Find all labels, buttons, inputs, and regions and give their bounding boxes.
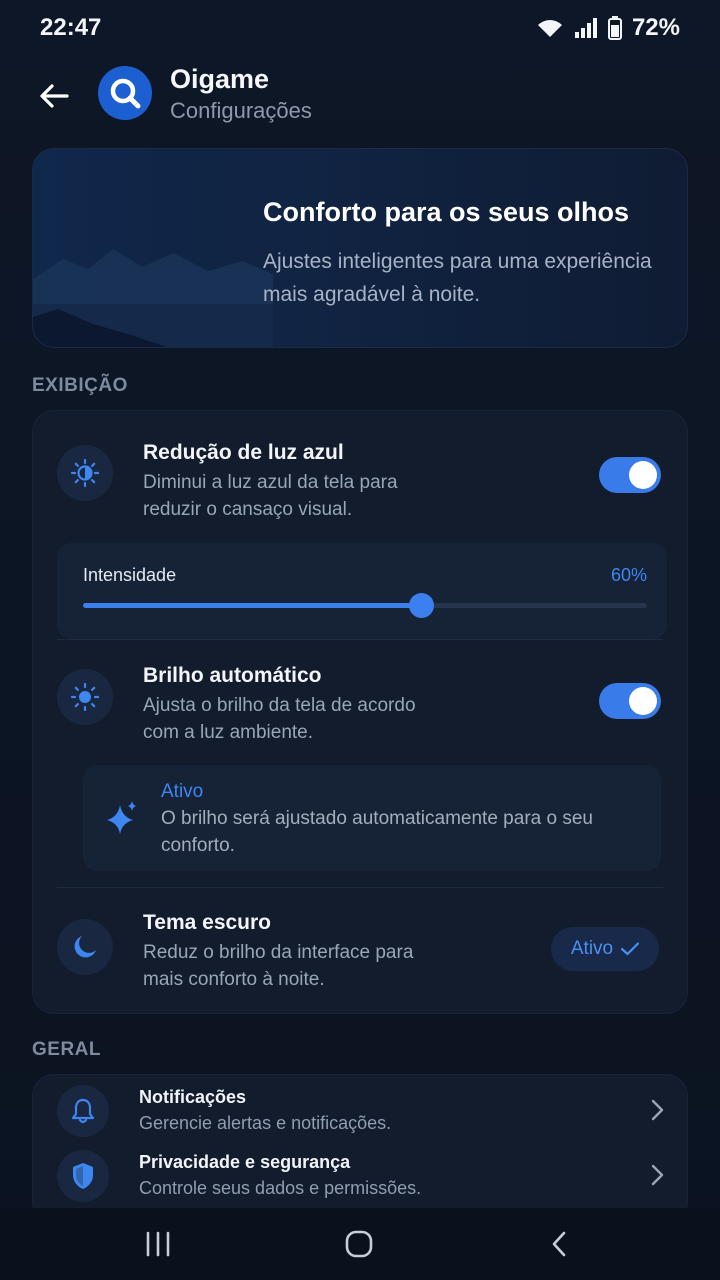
- dark-theme-description: Reduz o brilho da interface para mais co…: [143, 942, 414, 990]
- battery-percent: 72%: [631, 14, 680, 41]
- slider-fill: [83, 603, 422, 608]
- wifi-icon: [537, 20, 562, 37]
- app-title: Oigame: [170, 64, 270, 94]
- auto-brightness-description: Ajusta o brilho da tela de acordo com a …: [143, 695, 416, 743]
- badge-label: Ativo: [570, 938, 614, 959]
- hero-banner: Conforto para os seus olhos Ajustes inte…: [32, 148, 688, 348]
- home-button[interactable]: [334, 1226, 384, 1262]
- signal-icon: [574, 18, 597, 38]
- list-item-title: Notificações: [139, 1087, 247, 1107]
- section-label-display: EXIBIÇÃO: [32, 375, 128, 396]
- list-item-description: Controle seus dados e permissões.: [139, 1178, 422, 1198]
- list-item-privacy[interactable]: Privacidade e segurança Controle seus da…: [33, 1144, 689, 1208]
- display-settings-card: Redução de luz azul Diminui a luz azul d…: [32, 410, 688, 1014]
- hero-title: Conforto para os seus olhos: [263, 197, 630, 227]
- arrow-left-icon: [40, 84, 69, 108]
- toggle-knob: [629, 687, 657, 715]
- status-icons: 72%: [536, 14, 680, 42]
- hero-description: Ajustes inteligentes para uma experiênci…: [263, 250, 652, 306]
- chevron-right-icon: [651, 1099, 664, 1121]
- dark-theme-title: Tema escuro: [143, 911, 271, 934]
- info-title: Ativo: [161, 781, 204, 802]
- blue-light-title: Redução de luz azul: [143, 441, 344, 464]
- status-bar: 22:47 72%: [0, 0, 720, 56]
- night-landscape-illustration: [33, 149, 273, 347]
- system-navigation-bar: [0, 1208, 720, 1280]
- auto-brightness-title: Brilho automático: [143, 664, 322, 687]
- bell-icon: [57, 1085, 109, 1137]
- page-subtitle: Configurações: [170, 98, 312, 123]
- app-logo: [98, 66, 152, 120]
- list-item-description: Gerencie alertas e notificações.: [139, 1113, 392, 1133]
- divider: [57, 639, 663, 640]
- app-header: Oigame Configurações: [0, 60, 720, 132]
- divider: [57, 887, 663, 888]
- toggle-knob: [629, 461, 657, 489]
- info-description: O brilho será ajustado automaticamente p…: [161, 808, 593, 856]
- recent-apps-button[interactable]: [133, 1226, 183, 1262]
- blue-light-toggle[interactable]: [599, 457, 661, 493]
- sun-icon: [57, 669, 113, 725]
- system-back-button[interactable]: [534, 1226, 584, 1262]
- list-item-title: Privacidade e segurança: [139, 1152, 351, 1172]
- moon-icon: [57, 919, 113, 975]
- recent-apps-icon: [146, 1231, 170, 1257]
- intensity-slider[interactable]: [83, 593, 647, 618]
- slider-thumb[interactable]: [409, 593, 435, 618]
- check-icon: [621, 942, 640, 956]
- home-icon: [345, 1230, 373, 1258]
- battery-icon: [607, 16, 622, 40]
- chevron-left-icon: [552, 1231, 566, 1257]
- auto-brightness-toggle[interactable]: [599, 683, 661, 719]
- section-label-general: GERAL: [32, 1039, 101, 1060]
- intensity-slider-box: Intensidade 60%: [57, 543, 667, 639]
- brightness-half-icon: [57, 445, 113, 501]
- back-button[interactable]: [34, 76, 74, 116]
- dark-theme-status-badge[interactable]: Ativo: [551, 927, 659, 971]
- status-time: 22:47: [40, 14, 102, 41]
- blue-light-description: Diminui a luz azul da tela para reduzir …: [143, 472, 398, 520]
- sparkle-icon: [107, 801, 136, 834]
- search-logo-icon: [110, 78, 141, 109]
- list-item-notifications[interactable]: Notificações Gerencie alertas e notifica…: [33, 1079, 689, 1143]
- shield-icon: [57, 1150, 109, 1202]
- chevron-right-icon: [651, 1164, 664, 1186]
- general-settings-card: Notificações Gerencie alertas e notifica…: [32, 1074, 688, 1224]
- intensity-value: 60%: [610, 565, 647, 585]
- settings-screen: 22:47 72% Oigame Configurações Conforto …: [0, 0, 720, 1280]
- auto-brightness-info: Ativo O brilho será ajustado automaticam…: [83, 765, 661, 871]
- intensity-label: Intensidade: [83, 565, 177, 585]
